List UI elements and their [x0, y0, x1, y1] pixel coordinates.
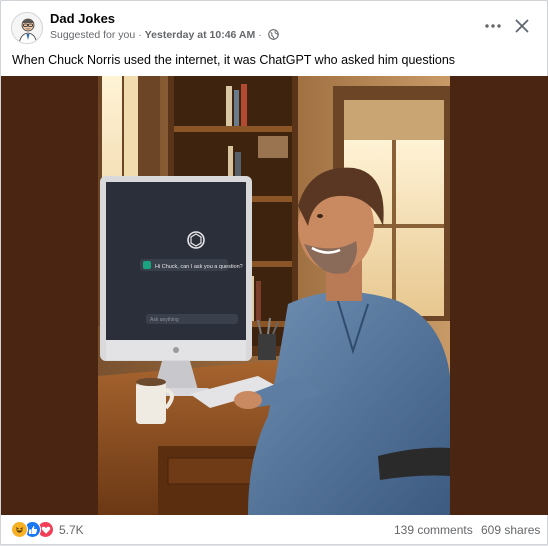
post-card: Dad Jokes Suggested for you · Yesterday at… [0, 0, 548, 545]
photo-illustration: Hi Chuck, can I ask you a question? Ask … [98, 76, 450, 515]
haha-icon [11, 521, 28, 538]
post-timestamp[interactable]: Yesterday at 10:46 AM [145, 29, 256, 41]
post-image-area[interactable]: Hi Chuck, can I ask you a question? Ask … [1, 76, 548, 515]
post-photo[interactable]: Hi Chuck, can I ask you a question? Ask … [98, 76, 450, 515]
close-button[interactable] [509, 13, 535, 39]
more-options-button[interactable] [480, 13, 506, 39]
more-dots-icon [485, 24, 501, 28]
meta-separator-2: · [258, 29, 262, 41]
post-caption: When Chuck Norris used the internet, it … [12, 53, 456, 67]
reaction-icons[interactable] [11, 521, 54, 538]
post-header: Dad Jokes Suggested for you · Yesterday at… [1, 1, 547, 49]
page-name[interactable]: Dad Jokes [50, 11, 115, 26]
comments-count[interactable]: 139 comments [394, 523, 473, 537]
page-avatar[interactable] [11, 12, 43, 44]
screen-message: Hi Chuck, can I ask you a question? [155, 264, 243, 270]
screen-input-placeholder: Ask anything [150, 317, 179, 323]
shares-count[interactable]: 609 shares [481, 523, 540, 537]
suggested-label: Suggested for you [50, 29, 136, 41]
post-footer: 5.7K 139 comments 609 shares [1, 515, 547, 546]
dad-avatar-icon [12, 13, 42, 43]
close-icon [515, 19, 529, 33]
meta-separator: · [138, 29, 142, 41]
post-meta: Suggested for you · Yesterday at 10:46 AM · [50, 29, 279, 43]
reaction-count[interactable]: 5.7K [59, 523, 84, 537]
globe-icon [267, 29, 279, 43]
